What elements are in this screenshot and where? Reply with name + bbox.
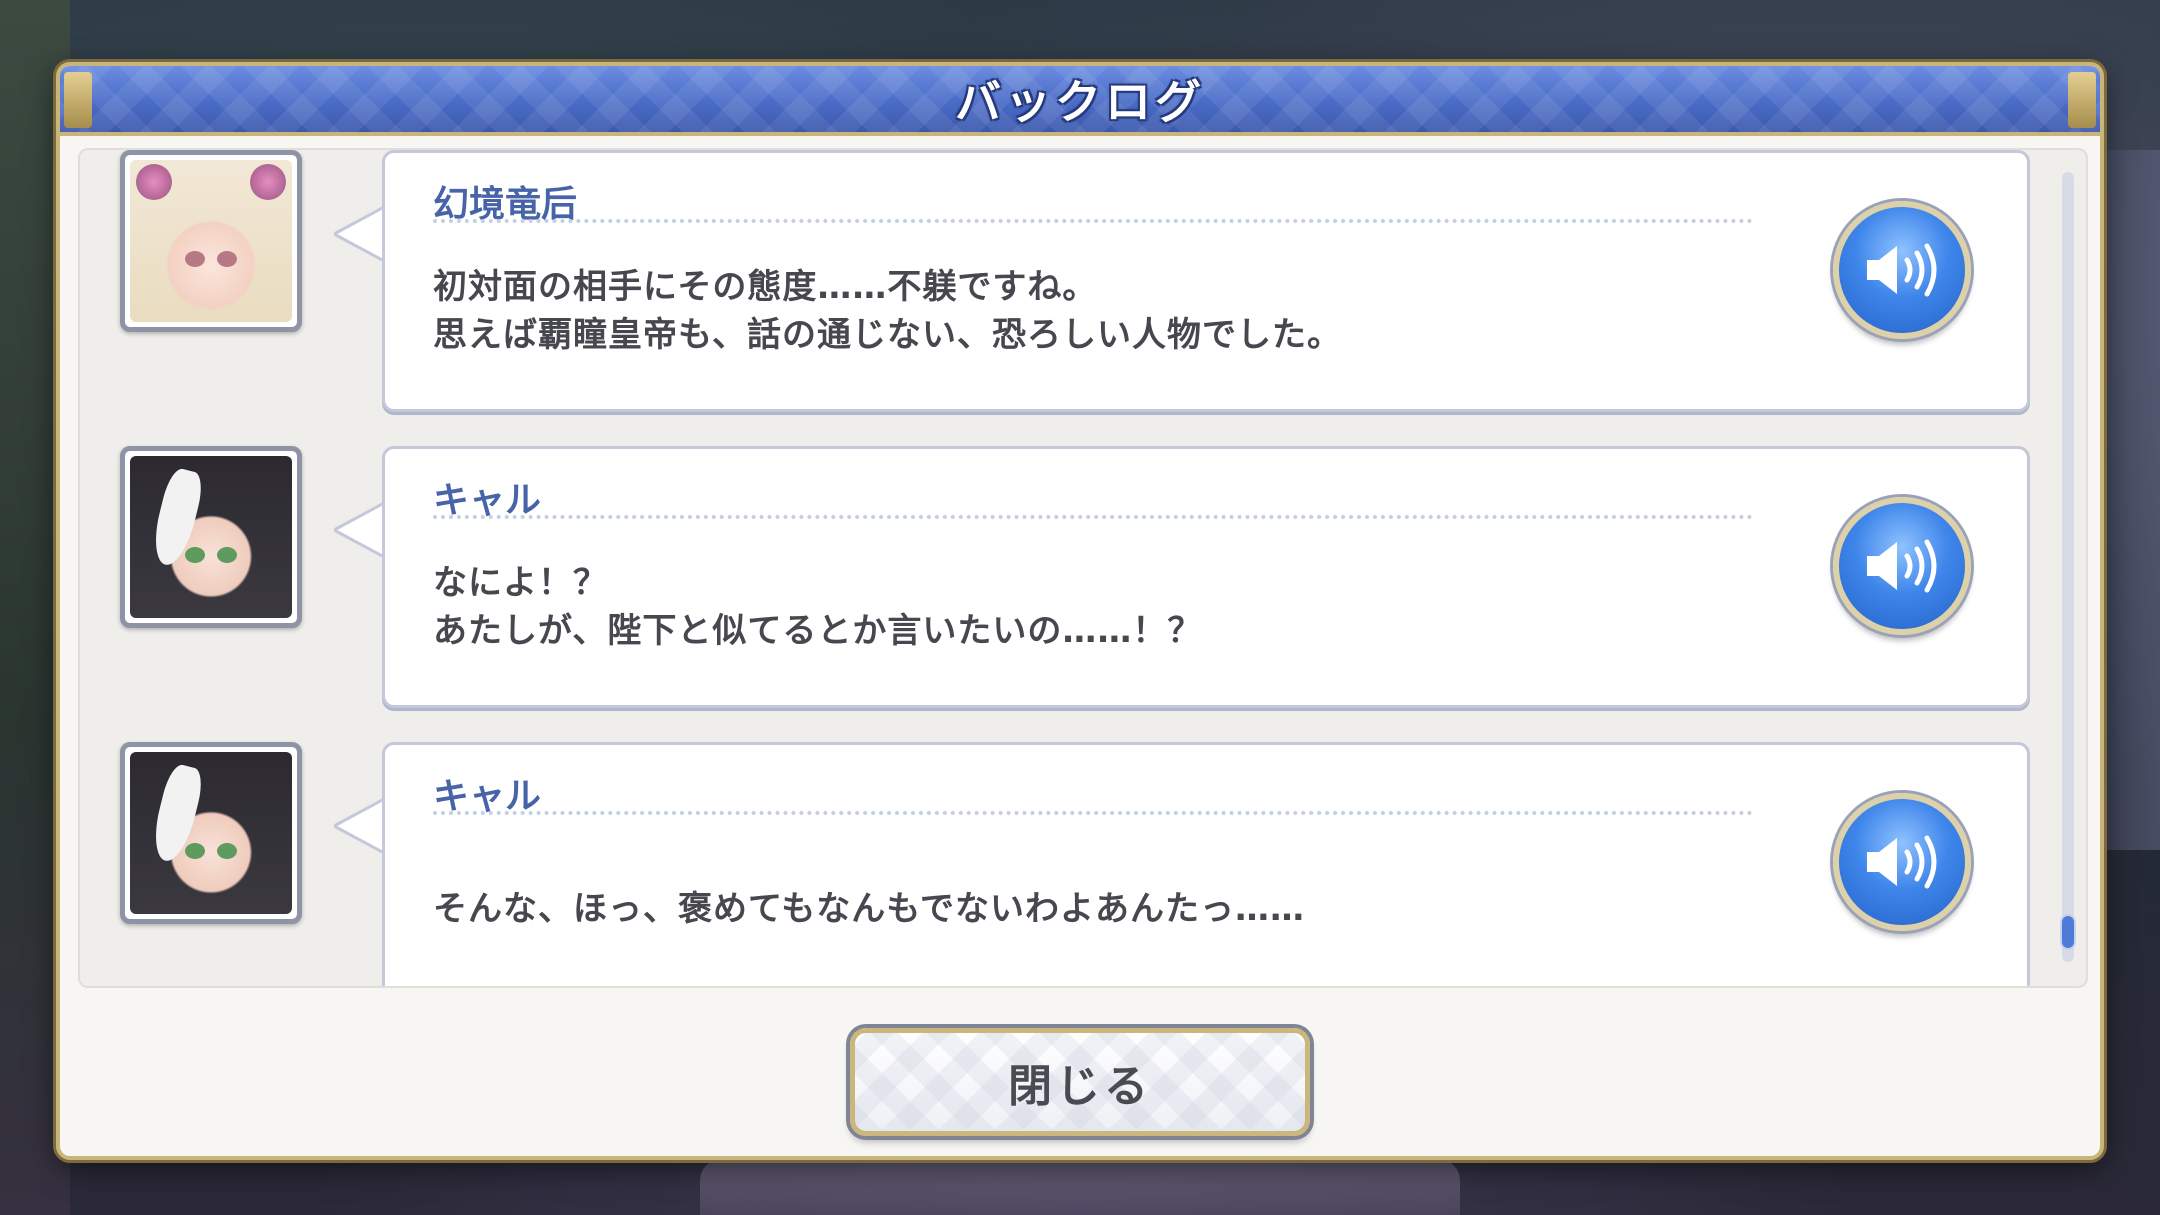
backlog-entry: 幻境竜后 初対面の相手にその態度……不躾ですね。 思えば覇瞳皇帝も、話の通じない…	[80, 150, 2040, 418]
karyl-portrait	[130, 752, 292, 914]
divider	[433, 219, 1753, 223]
speaker-avatar	[120, 150, 302, 332]
dialogue-line: 初対面の相手にその態度……不躾ですね。	[433, 267, 1098, 307]
dialogue-line: 思えば覇瞳皇帝も、話の通じない、恐ろしい人物でした。	[433, 315, 1342, 355]
backlog-entry: キャル そんな、ほっ、褒めてもなんもでないわよあんたっ……	[80, 742, 2040, 986]
background-right	[2100, 150, 2160, 850]
horn-flower-icon	[136, 164, 172, 200]
eye	[216, 546, 237, 563]
background-bottom	[700, 1160, 1460, 1215]
speech-bubble: キャル そんな、ほっ、褒めてもなんもでないわよあんたっ……	[382, 742, 2030, 986]
speech-bubble: キャル なによ！？ あたしが、陛下と似てるとか言いたいの……！？	[382, 446, 2030, 708]
dialog-header: バックログ	[60, 66, 2100, 136]
eye	[216, 250, 237, 267]
dialogue-line: そんな、ほっ、褒めてもなんもでないわよあんたっ……	[433, 889, 1305, 929]
backlog-entry: キャル なによ！？ あたしが、陛下と似てるとか言いたいの……！？	[80, 446, 2040, 714]
replay-voice-button[interactable]	[1833, 497, 1971, 635]
speaker-avatar	[120, 446, 302, 628]
close-button-label: 閉じる	[1008, 1061, 1152, 1112]
eye	[185, 842, 206, 859]
replay-voice-button[interactable]	[1833, 793, 1971, 931]
backlog-dialog: バックログ 幻境竜后 初対面の相手にその態度……不躾ですね。 思えば覇瞳皇帝も、…	[56, 62, 2104, 1160]
dialogue-line: あたしが、陛下と似てるとか言いたいの……！？	[433, 611, 1203, 651]
speaker-avatar	[120, 742, 302, 924]
backlog-list[interactable]: 幻境竜后 初対面の相手にその態度……不躾ですね。 思えば覇瞳皇帝も、話の通じない…	[78, 148, 2088, 988]
speaker-volume-icon	[1867, 539, 1937, 593]
eye	[185, 546, 206, 563]
replay-voice-button[interactable]	[1833, 201, 1971, 339]
dragon-queen-portrait	[130, 160, 292, 322]
divider	[433, 811, 1753, 815]
scrollbar-thumb[interactable]	[2060, 914, 2076, 950]
dialog-title: バックログ	[955, 75, 1205, 129]
eye	[185, 250, 206, 267]
header-corner-ornament	[64, 72, 92, 128]
speaker-volume-icon	[1867, 835, 1937, 889]
speech-bubble-tail	[334, 798, 386, 854]
karyl-portrait	[130, 456, 292, 618]
close-button[interactable]: 閉じる	[850, 1028, 1310, 1136]
speaker-volume-icon	[1867, 243, 1937, 297]
dialogue-line: なによ！？	[433, 563, 608, 603]
speech-bubble: 幻境竜后 初対面の相手にその態度……不躾ですね。 思えば覇瞳皇帝も、話の通じない…	[382, 150, 2030, 412]
speech-bubble-tail	[334, 502, 386, 558]
horn-flower-icon	[250, 164, 286, 200]
speech-bubble-tail	[334, 206, 386, 262]
eye	[216, 842, 237, 859]
divider	[433, 515, 1753, 519]
scrollbar[interactable]	[2060, 172, 2076, 962]
header-corner-ornament	[2068, 72, 2096, 128]
